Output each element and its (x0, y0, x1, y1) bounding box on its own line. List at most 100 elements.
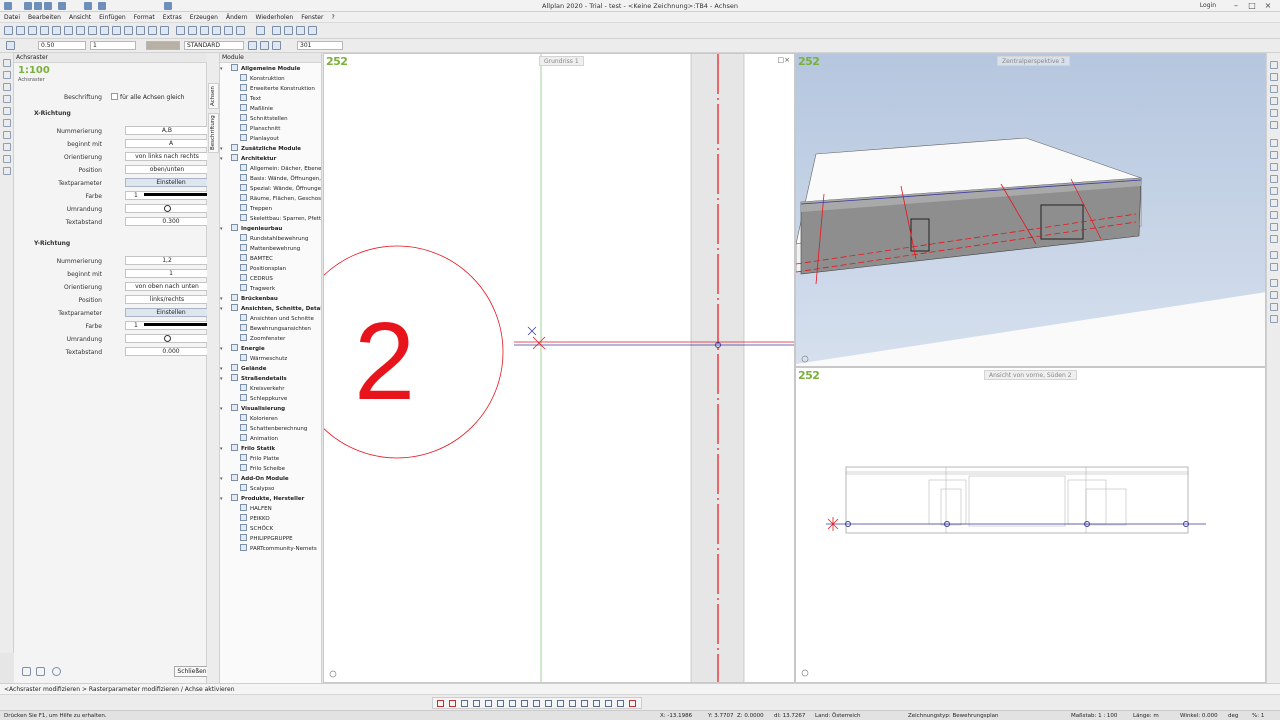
menu-ansicht[interactable]: Ansicht (65, 12, 95, 23)
module-item[interactable]: Maßlinie (240, 104, 273, 114)
module-item[interactable]: Kolorieren (240, 414, 278, 424)
elevation-viewport[interactable]: 252 Ansicht von vorne, Süden 2 (795, 367, 1266, 683)
toolbar-icon[interactable] (200, 26, 209, 35)
expand-icon[interactable]: ▾ (220, 154, 223, 164)
zeichnungstyp[interactable]: Zeichnungstyp: Bewehrungsplan (908, 711, 999, 720)
view-icon[interactable] (1270, 187, 1278, 195)
snap-option-icon[interactable] (485, 700, 492, 707)
module-group[interactable]: ▾ Gelände (220, 364, 266, 374)
layer-field[interactable]: STANDARD (184, 41, 244, 50)
x-farbe-field[interactable]: 1 (125, 191, 209, 200)
view-icon[interactable] (1270, 73, 1278, 81)
viewport-close-icon[interactable]: □× (778, 56, 790, 64)
tool-icon[interactable] (3, 167, 11, 175)
snap-option-icon[interactable] (497, 700, 504, 707)
snap-option-icon[interactable] (605, 700, 612, 707)
massstab[interactable]: Maßstab: 1 : 100 (1071, 711, 1117, 720)
pen-icon[interactable] (6, 41, 15, 50)
x-textparameter-button[interactable]: Einstellen (125, 178, 217, 187)
tool-icon[interactable] (3, 71, 11, 79)
expand-icon[interactable]: ▾ (220, 344, 223, 354)
toolbar-icon[interactable] (212, 26, 221, 35)
menu-format[interactable]: Format (130, 12, 159, 23)
expand-icon[interactable]: ▾ (220, 494, 223, 504)
toolbar-icon[interactable] (256, 26, 265, 35)
toolbar-icon[interactable] (64, 26, 73, 35)
module-item[interactable]: Positionsplan (240, 264, 286, 274)
toolbar-icon[interactable] (308, 26, 317, 35)
layer-icon[interactable] (248, 41, 257, 50)
perspective-viewport[interactable]: 252 Zentralperspektive 3 (795, 53, 1266, 367)
beschriftung-checkbox[interactable] (111, 93, 118, 100)
tool-icon[interactable] (3, 107, 11, 115)
pattern-number-field[interactable]: 301 (297, 41, 343, 50)
expand-icon[interactable]: ▾ (220, 404, 223, 414)
toolbar-icon[interactable] (188, 26, 197, 35)
toolbar-icon[interactable] (76, 26, 85, 35)
y-orientierung-field[interactable]: von oben nach unten (125, 282, 209, 291)
minimize-button[interactable]: – (1230, 1, 1242, 11)
menu-datei[interactable]: Datei (0, 12, 24, 23)
y-beginnt-field[interactable]: 1 (125, 269, 217, 278)
winkel[interactable]: Winkel: 0.000 (1180, 711, 1218, 720)
expand-icon[interactable]: ▾ (220, 144, 223, 154)
snap-option-icon[interactable] (557, 700, 564, 707)
login-link[interactable]: Login (1200, 2, 1216, 9)
view-icon[interactable] (1270, 263, 1278, 271)
x-nummerierung-field[interactable]: A,B (125, 126, 209, 135)
module-item[interactable]: Animation (240, 434, 278, 444)
module-group[interactable]: ▾ Produkte, Hersteller (220, 494, 304, 504)
toolbar-icon[interactable] (224, 26, 233, 35)
y-farbe-field[interactable]: 1 (125, 321, 209, 330)
toolbar-icon[interactable] (88, 26, 97, 35)
view-icon[interactable] (1270, 97, 1278, 105)
module-item[interactable]: Rundstahlbewehrung (240, 234, 308, 244)
tool-icon[interactable] (3, 59, 11, 67)
toolbar-icon[interactable] (272, 26, 281, 35)
module-group[interactable]: ▾ Add-On Module (220, 474, 289, 484)
module-item[interactable]: PEIKKO (240, 514, 270, 524)
snap-option-icon[interactable] (617, 700, 624, 707)
snap-option-icon[interactable] (509, 700, 516, 707)
view-icon[interactable] (1270, 211, 1278, 219)
favorites-icon[interactable] (22, 667, 31, 676)
toolbar-icon[interactable] (176, 26, 185, 35)
view-icon[interactable] (1270, 291, 1278, 299)
view-icon[interactable] (1270, 199, 1278, 207)
module-item[interactable]: Text (240, 94, 261, 104)
expand-icon[interactable]: ▾ (220, 64, 223, 74)
toolbar-icon[interactable] (28, 26, 37, 35)
toolbar-icon[interactable] (4, 26, 13, 35)
x-orientierung-field[interactable]: von links nach rechts (125, 152, 209, 161)
toolbar-icon[interactable] (284, 26, 293, 35)
module-group[interactable]: ▾ Ansichten, Schnitte, Details (220, 304, 321, 314)
module-item[interactable]: Mattenbewehrung (240, 244, 300, 254)
module-item[interactable]: Erweiterte Konstruktion (240, 84, 315, 94)
toolbar-icon[interactable] (52, 26, 61, 35)
line-type-field[interactable]: 1 (90, 41, 136, 50)
expand-icon[interactable]: ▾ (220, 294, 223, 304)
pen-thickness-field[interactable]: 0.50 (38, 41, 86, 50)
module-group[interactable]: ▾ Straßendetails (220, 374, 287, 384)
close-button[interactable]: Schließen (174, 666, 210, 677)
module-item[interactable]: Schleppkurve (240, 394, 287, 404)
module-item[interactable]: Kreisverkehr (240, 384, 285, 394)
y-textparameter-button[interactable]: Einstellen (125, 308, 217, 317)
snap-option-icon[interactable] (569, 700, 576, 707)
save-favorite-icon[interactable] (36, 667, 45, 676)
module-item[interactable]: Schnittstellen (240, 114, 288, 124)
module-item[interactable]: Konstruktion (240, 74, 285, 84)
menu-einfuegen[interactable]: Einfügen (95, 12, 129, 23)
view-icon[interactable] (1270, 121, 1278, 129)
module-item[interactable]: Frilo Scheibe (240, 464, 285, 474)
menu-aendern[interactable]: Ändern (222, 12, 252, 23)
menu-extras[interactable]: Extras (159, 12, 186, 23)
view-icon[interactable] (1270, 175, 1278, 183)
module-group[interactable]: ▾ Energie (220, 344, 265, 354)
view-icon[interactable] (1270, 251, 1278, 259)
view-icon[interactable] (1270, 151, 1278, 159)
module-item[interactable]: Basis: Wände, Öffnungen, (240, 174, 321, 184)
module-group[interactable]: ▾ Zusätzliche Module (220, 144, 301, 154)
view-icon[interactable] (1270, 139, 1278, 147)
module-item[interactable]: Schattenberechnung (240, 424, 307, 434)
